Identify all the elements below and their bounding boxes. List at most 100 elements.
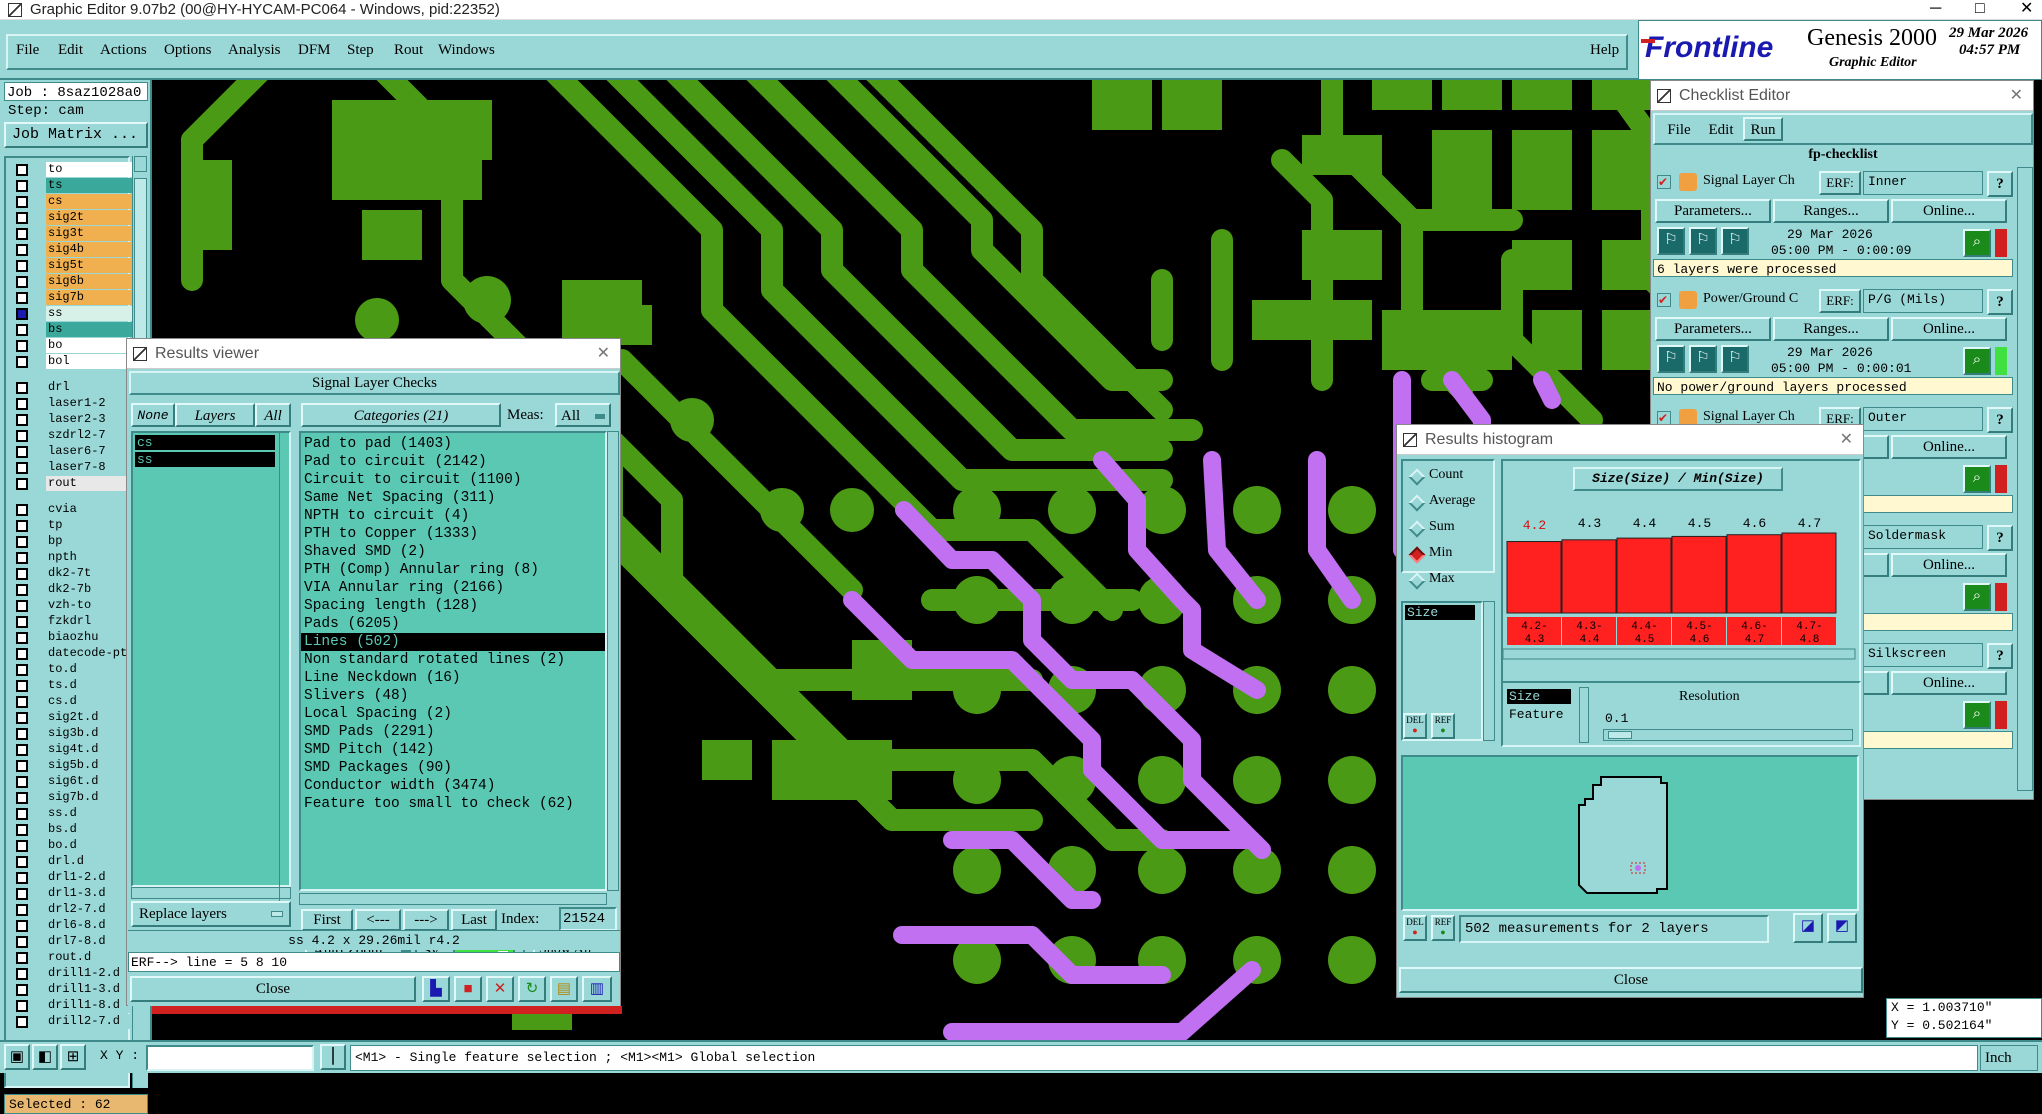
layer-name[interactable]: rout bbox=[46, 476, 138, 491]
layer-name[interactable]: drl1-3.d bbox=[46, 886, 138, 901]
layer-name[interactable]: sig6b bbox=[46, 274, 138, 289]
average-radio[interactable] bbox=[1408, 494, 1426, 512]
layer-row[interactable]: ss.d bbox=[12, 806, 138, 821]
first-button[interactable]: First bbox=[301, 909, 353, 931]
close-icon[interactable]: ✕ bbox=[2010, 81, 2023, 111]
help-icon[interactable]: ? bbox=[1987, 525, 2013, 551]
layer-name[interactable]: laser6-7 bbox=[46, 444, 138, 459]
item-checkbox[interactable]: ✔ bbox=[1657, 175, 1671, 189]
layer-name[interactable]: drl2-7.d bbox=[46, 902, 138, 917]
resolution-slider[interactable] bbox=[1603, 729, 1853, 741]
layer-row[interactable]: bo bbox=[12, 338, 138, 353]
category-item[interactable]: SMD Pads (2291) bbox=[301, 723, 605, 741]
layer-name[interactable]: drl.d bbox=[46, 854, 138, 869]
layer-checkbox[interactable] bbox=[16, 414, 28, 426]
category-item[interactable]: Spacing length (128) bbox=[301, 597, 605, 615]
replace-layers-button[interactable]: Replace layers bbox=[131, 901, 291, 927]
layer-name[interactable]: laser7-8 bbox=[46, 460, 138, 475]
hist-ref-icon[interactable]: REF ● bbox=[1431, 713, 1455, 739]
layer-checkbox[interactable] bbox=[16, 808, 28, 820]
layer-name[interactable]: sig4b bbox=[46, 242, 138, 257]
maximize-icon[interactable]: □ bbox=[1975, 0, 1985, 18]
close-icon[interactable]: ✕ bbox=[2020, 0, 2033, 18]
layer-name[interactable]: sig7b.d bbox=[46, 790, 138, 805]
category-item[interactable]: Local Spacing (2) bbox=[301, 705, 605, 723]
layer-name[interactable]: sig7b bbox=[46, 290, 138, 305]
help-icon[interactable]: ? bbox=[1987, 407, 2013, 433]
layer-checkbox[interactable] bbox=[16, 504, 28, 516]
minimize-icon[interactable]: ─ bbox=[1930, 0, 1941, 18]
histogram-bar[interactable] bbox=[1671, 535, 1727, 614]
ranges-button[interactable]: Ranges... bbox=[1773, 199, 1889, 223]
erf-button[interactable]: ERF: bbox=[1819, 289, 1861, 313]
layer-row[interactable]: drill1-8.d bbox=[12, 998, 138, 1013]
layer-checkbox[interactable] bbox=[16, 552, 28, 564]
chart-icon-1[interactable]: ▙ bbox=[422, 976, 450, 1002]
layer-checkbox[interactable] bbox=[16, 180, 28, 192]
layer-checkbox[interactable] bbox=[16, 760, 28, 772]
layer-row[interactable]: laser7-8 bbox=[12, 460, 138, 475]
layer-name[interactable]: bol bbox=[46, 354, 138, 369]
layer-row[interactable]: dk2-7b bbox=[12, 582, 138, 597]
zoom-icon[interactable]: ⌕ bbox=[1963, 229, 1991, 257]
layer-row[interactable]: laser6-7 bbox=[12, 444, 138, 459]
layer-checkbox[interactable] bbox=[16, 276, 28, 288]
layer-checkbox[interactable] bbox=[16, 664, 28, 676]
layer-name[interactable]: ss bbox=[46, 306, 138, 321]
category-item[interactable]: Conductor width (3474) bbox=[301, 777, 605, 795]
none-button[interactable]: None bbox=[131, 403, 175, 427]
layer-name[interactable]: bp bbox=[46, 534, 138, 549]
layer-name[interactable]: biaozhu bbox=[46, 630, 138, 645]
layer-checkbox[interactable] bbox=[16, 430, 28, 442]
layer-checkbox[interactable] bbox=[16, 984, 28, 996]
item-checkbox[interactable]: ✔ bbox=[1657, 293, 1671, 307]
layer-name[interactable]: tp bbox=[46, 518, 138, 533]
layer-row[interactable]: sig2t bbox=[12, 210, 138, 225]
chart-icon-3[interactable]: ✕ bbox=[486, 976, 514, 1002]
layer-row[interactable]: drl2-7.d bbox=[12, 902, 138, 917]
layer-name[interactable]: sig5b.d bbox=[46, 758, 138, 773]
checklist-scrollbar[interactable] bbox=[2017, 167, 2033, 791]
bottom-icon-2[interactable]: ◧ bbox=[32, 1044, 58, 1070]
parameters-button[interactable]: Parameters... bbox=[1655, 317, 1771, 341]
layers-button[interactable]: Layers bbox=[175, 403, 255, 427]
erf-value[interactable]: Silkscreen bbox=[1863, 643, 1983, 667]
category-item[interactable]: NPTH to circuit (4) bbox=[301, 507, 605, 525]
layer-row[interactable]: sig2t.d bbox=[12, 710, 138, 725]
layer-row[interactable]: drl bbox=[12, 380, 138, 395]
layer-checkbox[interactable] bbox=[16, 212, 28, 224]
layer-result-cs[interactable]: cs bbox=[135, 435, 275, 450]
histogram-bar[interactable] bbox=[1781, 532, 1837, 614]
run-icon[interactable]: ⚐ bbox=[1689, 227, 1717, 255]
layer-row[interactable]: drl6-8.d bbox=[12, 918, 138, 933]
menu-help[interactable]: Help bbox=[1590, 42, 1619, 59]
layer-name[interactable]: sig4t.d bbox=[46, 742, 138, 757]
layer-row[interactable]: drl1-3.d bbox=[12, 886, 138, 901]
layer-checkbox[interactable] bbox=[16, 196, 28, 208]
zoom-icon[interactable]: ⌕ bbox=[1963, 701, 1991, 729]
layer-row[interactable]: vzh-to bbox=[12, 598, 138, 613]
run-icon[interactable]: ⚐ bbox=[1721, 345, 1749, 373]
layer-checkbox[interactable] bbox=[16, 680, 28, 692]
layer-name[interactable]: drill2-7.d bbox=[46, 1014, 138, 1029]
category-item[interactable]: SMD Pitch (142) bbox=[301, 741, 605, 759]
layer-name[interactable]: to.d bbox=[46, 662, 138, 677]
category-item[interactable]: PTH (Comp) Annular ring (8) bbox=[301, 561, 605, 579]
layer-name[interactable]: bo.d bbox=[46, 838, 138, 853]
ranges-button[interactable]: Ranges... bbox=[1773, 317, 1889, 341]
layer-name[interactable]: cs bbox=[46, 194, 138, 209]
zoom-icon[interactable]: ⌕ bbox=[1963, 347, 1991, 375]
close-icon[interactable]: ✕ bbox=[597, 339, 610, 369]
help-icon[interactable]: ? bbox=[1987, 643, 2013, 669]
job-matrix-button[interactable]: Job Matrix ... bbox=[4, 122, 148, 148]
erf-value[interactable]: P/G (Mils) bbox=[1863, 289, 1983, 313]
res-item-size[interactable]: Size bbox=[1507, 689, 1571, 704]
hist-zoom-icon-2[interactable]: ◩ bbox=[1827, 913, 1857, 943]
layer-name[interactable]: bo bbox=[46, 338, 138, 353]
count-label[interactable]: Count bbox=[1429, 467, 1463, 483]
bottom-icon-3[interactable]: ⊞ bbox=[60, 1044, 86, 1070]
layer-checkbox[interactable] bbox=[16, 824, 28, 836]
category-item[interactable]: Non standard rotated lines (2) bbox=[301, 651, 605, 669]
category-item[interactable]: Slivers (48) bbox=[301, 687, 605, 705]
layer-name[interactable]: sig2t.d bbox=[46, 710, 138, 725]
